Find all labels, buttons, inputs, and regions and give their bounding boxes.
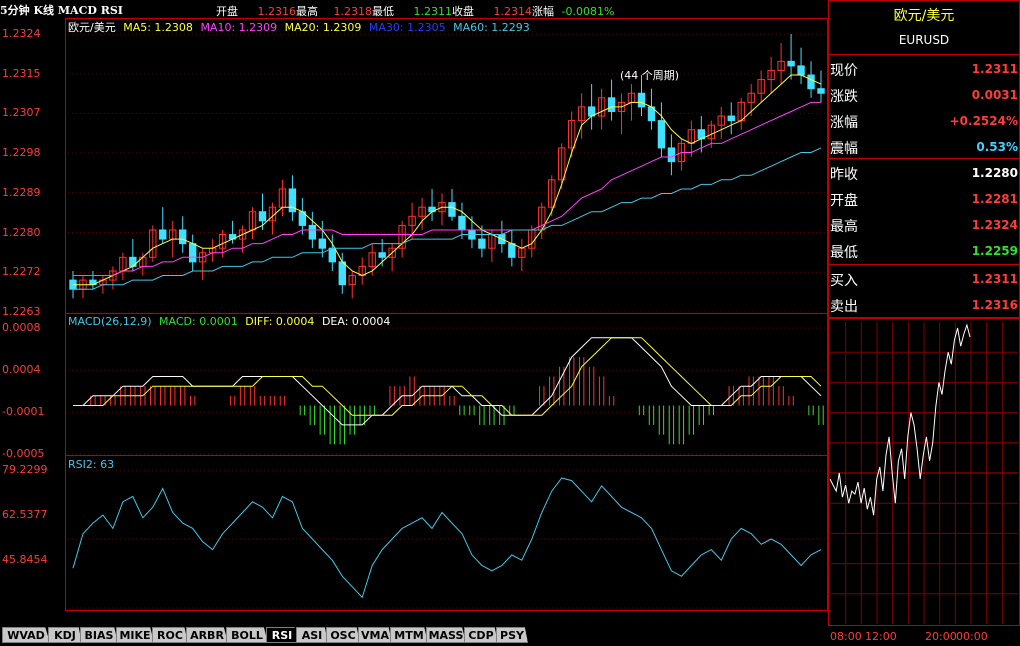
quote-row-value: 1.2316 — [971, 298, 1018, 312]
candle-body — [458, 215, 466, 231]
moving-averages — [73, 74, 822, 290]
quote-row: 最低 1.2259 — [828, 238, 1020, 264]
quote-row-label: 涨幅 — [830, 115, 858, 131]
candlesticks — [69, 34, 825, 299]
candle-body — [817, 88, 825, 94]
quote-row-value: 0.53% — [976, 140, 1018, 154]
tab-asi[interactable]: ASI — [296, 627, 328, 643]
tab-bias[interactable]: BIAS — [80, 627, 118, 643]
tab-mass[interactable]: MASS — [426, 627, 466, 643]
quote-row: 买入 1.2311 — [828, 266, 1020, 292]
quote-row: 涨幅 +0.2524% — [828, 108, 1020, 134]
tab-psy[interactable]: PSY — [496, 627, 528, 643]
quote-sep-3 — [828, 264, 1020, 265]
quote-row: 开盘 1.2281 — [828, 186, 1020, 212]
quote-row: 震幅 0.53% — [828, 134, 1020, 160]
candle-body — [787, 60, 795, 67]
quote-row-value: +0.2524% — [949, 114, 1018, 128]
period-note: (44 个周期) — [620, 69, 680, 82]
intraday-time-start: 08:00 — [830, 630, 862, 643]
quote-row-value: 1.2324 — [971, 218, 1018, 232]
candle-body — [727, 115, 735, 122]
tab-mike[interactable]: MIKE — [116, 627, 154, 643]
tab-mtm[interactable]: MTM — [390, 627, 428, 643]
rsi-series — [72, 477, 822, 599]
quote-row-label: 最高 — [830, 219, 858, 235]
quote-row-label: 现价 — [830, 63, 858, 79]
tab-boll[interactable]: BOLL — [226, 627, 268, 643]
candle-body — [378, 252, 386, 258]
quote-symbol: 欧元/美元 — [893, 8, 955, 24]
quote-row-label: 震幅 — [830, 141, 858, 157]
tab-osc[interactable]: OSC — [326, 627, 360, 643]
candle-body — [308, 224, 317, 240]
candle-body — [797, 65, 805, 76]
quote-row: 涨跌 0.0031 — [828, 82, 1020, 108]
quote-row: 现价 1.2311 — [828, 56, 1020, 82]
quote-row-label: 昨收 — [830, 167, 858, 183]
tab-rsi[interactable]: RSI — [266, 627, 298, 643]
candle-body — [318, 238, 327, 249]
candle-body — [657, 120, 666, 149]
tab-wvad[interactable]: WVAD — [2, 627, 50, 643]
tab-vma[interactable]: VMA — [358, 627, 392, 643]
candle-body — [338, 261, 346, 286]
tab-kdj[interactable]: KDJ — [48, 627, 82, 643]
quote-row-value: 1.2280 — [971, 166, 1018, 180]
quote-row-label: 最低 — [830, 245, 858, 261]
macd-series — [73, 337, 824, 445]
quote-row-value: 1.2311 — [971, 272, 1018, 286]
ma60-line — [73, 147, 822, 290]
candle-body — [478, 238, 486, 249]
quote-row: 卖出 1.2316 — [828, 292, 1020, 318]
candle-body — [159, 229, 167, 240]
candle-body — [508, 243, 516, 258]
quote-row-label: 卖出 — [830, 299, 858, 315]
candle-body — [667, 147, 676, 163]
quote-row-label: 开盘 — [830, 193, 858, 209]
quote-row: 最高 1.2324 — [828, 212, 1020, 238]
ma5-line — [73, 74, 822, 286]
quote-sep-1 — [828, 54, 1020, 55]
candle-body — [328, 247, 336, 263]
quote-row-value: 1.2259 — [971, 244, 1018, 258]
ma20-line — [73, 101, 821, 276]
quote-row-value: 1.2281 — [971, 192, 1018, 206]
tab-cdp[interactable]: CDP — [464, 627, 498, 643]
candle-body — [448, 202, 456, 217]
candle-body — [807, 74, 815, 90]
quote-row-label: 涨跌 — [830, 89, 858, 105]
quote-row-value: 1.2311 — [971, 62, 1018, 76]
quote-panel: 欧元/美元 EURUSD 现价 1.2311 涨跌 0.0031 涨幅 +0.2524% 震… — [828, 0, 1020, 318]
candle-body — [637, 92, 646, 108]
candle-body — [179, 229, 187, 245]
quote-row-value: 0.0031 — [971, 88, 1018, 102]
intraday-time-mid: 12:00 — [865, 630, 897, 643]
candle-body — [258, 211, 267, 222]
candle-body — [607, 97, 616, 112]
intraday-frame — [828, 318, 1020, 626]
candle-body — [129, 256, 137, 267]
tab-arbr[interactable]: ARBR — [186, 627, 228, 643]
quote-row-label: 买入 — [830, 273, 858, 289]
tab-roc[interactable]: ROC — [152, 627, 188, 643]
intraday-time-end: 20:00 — [925, 630, 957, 643]
rsi-line — [72, 477, 822, 599]
candle-body — [188, 243, 197, 263]
intraday-time-tail: 00:00 — [956, 630, 988, 643]
quote-code: EURUSD — [898, 33, 950, 47]
quote-row: 昨收 1.2280 — [828, 160, 1020, 186]
